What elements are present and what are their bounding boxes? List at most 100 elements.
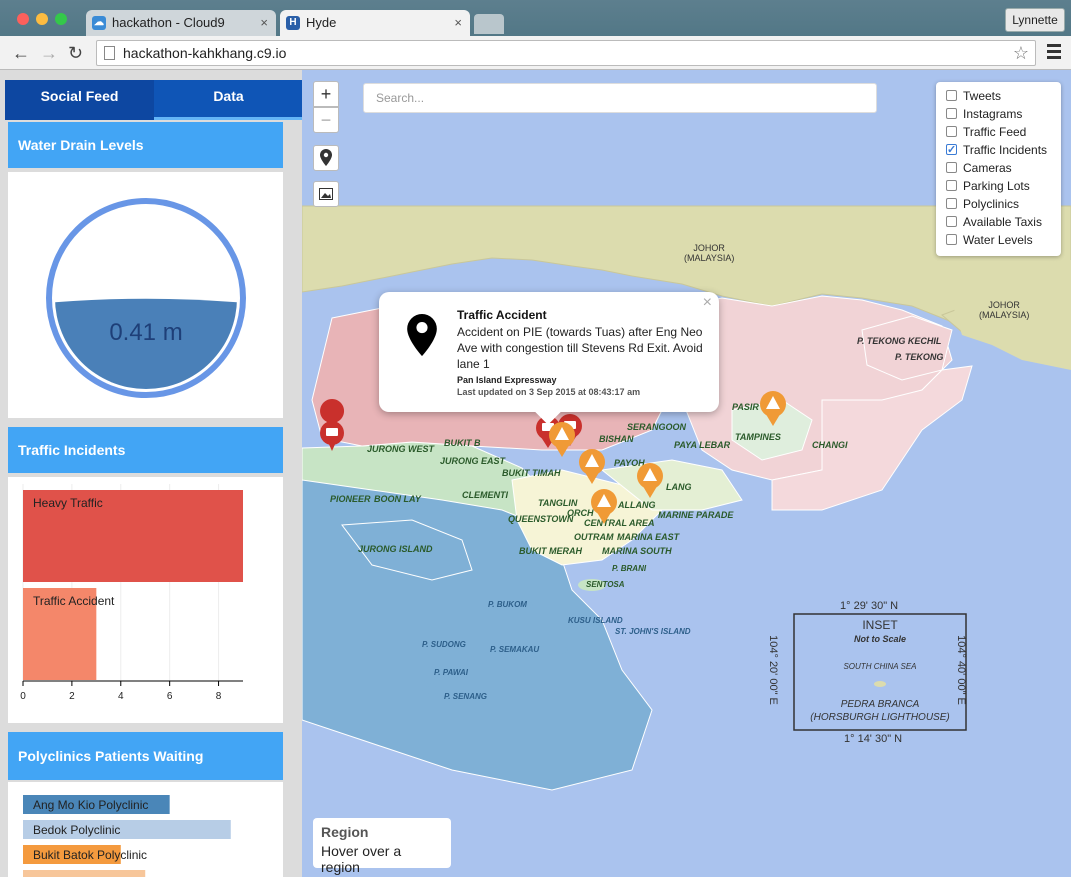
- close-window-button[interactable]: [17, 13, 29, 25]
- label-sudong: P. SUDONG: [422, 640, 466, 649]
- tick-label: 8: [216, 691, 222, 702]
- label-clementi: CLEMENTI: [462, 490, 508, 500]
- layer-toggle-2[interactable]: Traffic Feed: [946, 123, 1061, 141]
- label-senang: P. SENANG: [444, 692, 487, 701]
- cloud9-favicon-icon: ☁: [92, 16, 106, 30]
- browser-toolbar: ← → ↻ hackathon-kahkhang.c9.io ☆: [0, 36, 1071, 70]
- label-serangoon: SERANGOON: [627, 422, 687, 432]
- label-tekong: P. TEKONG: [895, 352, 944, 362]
- tab-title: Hyde: [306, 15, 337, 30]
- back-arrow-icon[interactable]: ←: [12, 43, 30, 63]
- layer-toggle-7[interactable]: Available Taxis: [946, 213, 1061, 231]
- close-tab-icon[interactable]: ×: [260, 10, 268, 36]
- layer-checkbox[interactable]: [946, 90, 957, 101]
- label-boon-lay: BOON LAY: [374, 494, 421, 504]
- layer-checkbox[interactable]: [946, 141, 957, 159]
- zoom-in-button[interactable]: +: [313, 81, 339, 107]
- image-export-button[interactable]: [313, 181, 339, 207]
- traffic-incidents-chart: Heavy Traffic Traffic Accident 0 2 4 6 8: [20, 484, 243, 702]
- layer-label: Traffic Incidents: [963, 143, 1048, 157]
- sidebar-tabs: Social Feed Data: [5, 80, 302, 120]
- map[interactable]: JOHOR (MALAYSIA) JOHOR (MALAYSIA) P. TEK…: [302, 70, 1071, 877]
- tab-data[interactable]: Data: [154, 80, 302, 120]
- inset-title: INSET: [862, 618, 898, 632]
- tab-cloud9[interactable]: ☁ hackathon - Cloud9 ×: [86, 10, 276, 36]
- inset-lighthouse-label: (HORSBURGH LIGHTHOUSE): [810, 712, 950, 723]
- polyclinics-header: Polyclinics Patients Waiting: [8, 732, 283, 780]
- layer-toggle-6[interactable]: Polyclinics: [946, 195, 1061, 213]
- layer-checkbox[interactable]: [946, 162, 957, 173]
- bar[interactable]: [23, 870, 146, 877]
- bar-label: Ang Mo Kio Polyclinic: [33, 798, 148, 812]
- inset-sea-label: SOUTH CHINA SEA: [843, 662, 917, 671]
- label-changi: CHANGI: [812, 440, 848, 450]
- zoom-window-button[interactable]: [55, 13, 67, 25]
- hyde-favicon-icon: H: [286, 16, 300, 30]
- label-paya-lebar: PAYA LEBAR: [674, 440, 731, 450]
- close-tab-icon[interactable]: ×: [454, 10, 462, 36]
- tab-social-feed[interactable]: Social Feed: [5, 80, 154, 120]
- address-bar[interactable]: hackathon-kahkhang.c9.io ☆: [96, 40, 1036, 66]
- bar-label: Bedok Polyclinic: [33, 823, 120, 837]
- minimize-window-button[interactable]: [36, 13, 48, 25]
- layer-toggle-8[interactable]: Water Levels: [946, 231, 1061, 249]
- layer-checkbox[interactable]: [946, 180, 957, 191]
- label-jurong-island: JURONG ISLAND: [358, 544, 433, 554]
- island-semakau: [536, 645, 568, 655]
- label-semakau: P. SEMAKAU: [490, 645, 540, 654]
- label-queenstown: QUEENSTOWN: [508, 514, 574, 524]
- layer-label: Instagrams: [963, 107, 1023, 121]
- label-jurong-west: JURONG WEST: [367, 444, 435, 454]
- layer-checkbox[interactable]: [946, 198, 957, 209]
- profile-button[interactable]: Lynnette: [1005, 8, 1065, 32]
- tick-label: 6: [167, 691, 173, 702]
- label-tanglin: TANGLIN: [538, 498, 578, 508]
- layer-checkbox[interactable]: [946, 216, 957, 227]
- region-hint: Hover over a region: [321, 843, 402, 875]
- label-bishan: BISHAN: [599, 434, 634, 444]
- layer-toggle-panel: Tweets Instagrams Traffic Feed Traffic Inci…: [936, 82, 1061, 256]
- popup-content: Traffic Accident Accident on PIE (toward…: [457, 308, 709, 397]
- url-text: hackathon-kahkhang.c9.io: [123, 45, 287, 61]
- layer-checkbox[interactable]: [946, 126, 957, 137]
- traffic-incidents-header: Traffic Incidents: [8, 427, 283, 473]
- reload-icon[interactable]: ↻: [68, 43, 83, 63]
- polyclinics-card: Ang Mo Kio Polyclinic Bedok Polyclinic Buk…: [8, 782, 283, 877]
- layer-toggle-1[interactable]: Instagrams: [946, 105, 1061, 123]
- layer-toggle-4[interactable]: Cameras: [946, 159, 1061, 177]
- label-johor: JOHOR (MALAYSIA): [684, 243, 735, 263]
- label-geylang: LANG: [666, 482, 692, 492]
- tab-hyde[interactable]: H Hyde ×: [280, 10, 470, 36]
- locate-button[interactable]: [313, 145, 339, 171]
- label-tekong-kechil: P. TEKONG KECHIL: [857, 336, 942, 346]
- popup-title: Traffic Accident: [457, 308, 547, 322]
- layer-toggle-0[interactable]: Tweets: [946, 87, 1061, 105]
- tick-label: 4: [118, 691, 124, 702]
- inset-left-coordinate: 104° 20' 00" E: [766, 635, 779, 705]
- new-tab-button[interactable]: [474, 14, 504, 34]
- zoom-out-button[interactable]: −: [313, 107, 339, 133]
- bookmark-star-icon[interactable]: ☆: [1013, 41, 1029, 65]
- island-sudong: [467, 656, 487, 664]
- layer-toggle-5[interactable]: Parking Lots: [946, 177, 1061, 195]
- label-bukit-timah: BUKIT TIMAH: [502, 468, 561, 478]
- forward-arrow-icon[interactable]: →: [40, 43, 58, 63]
- label-st-johns: ST. JOHN'S ISLAND: [615, 627, 691, 636]
- water-gauge: 0.41 m: [46, 198, 246, 398]
- location-pin-icon: [320, 149, 332, 166]
- label-marine-parade: MARINE PARADE: [658, 510, 734, 520]
- layer-label: Tweets: [963, 89, 1002, 103]
- water-drain-header: Water Drain Levels: [8, 122, 283, 168]
- label-central-area: CENTRAL AREA: [584, 518, 655, 528]
- label-pawai: P. PAWAI: [434, 668, 468, 677]
- layer-checkbox[interactable]: [946, 108, 957, 119]
- search-input[interactable]: Search...: [363, 83, 877, 113]
- label-toa-payoh: PAYOH: [614, 458, 645, 468]
- layer-toggle-3[interactable]: Traffic Incidents: [946, 141, 1061, 159]
- menu-icon[interactable]: [1047, 44, 1061, 62]
- region-title: Region: [321, 824, 369, 840]
- label-outram: OUTRAM: [574, 532, 614, 542]
- layer-label: Traffic Feed: [963, 125, 1027, 139]
- layer-checkbox[interactable]: [946, 234, 957, 245]
- layer-label: Water Levels: [963, 233, 1033, 247]
